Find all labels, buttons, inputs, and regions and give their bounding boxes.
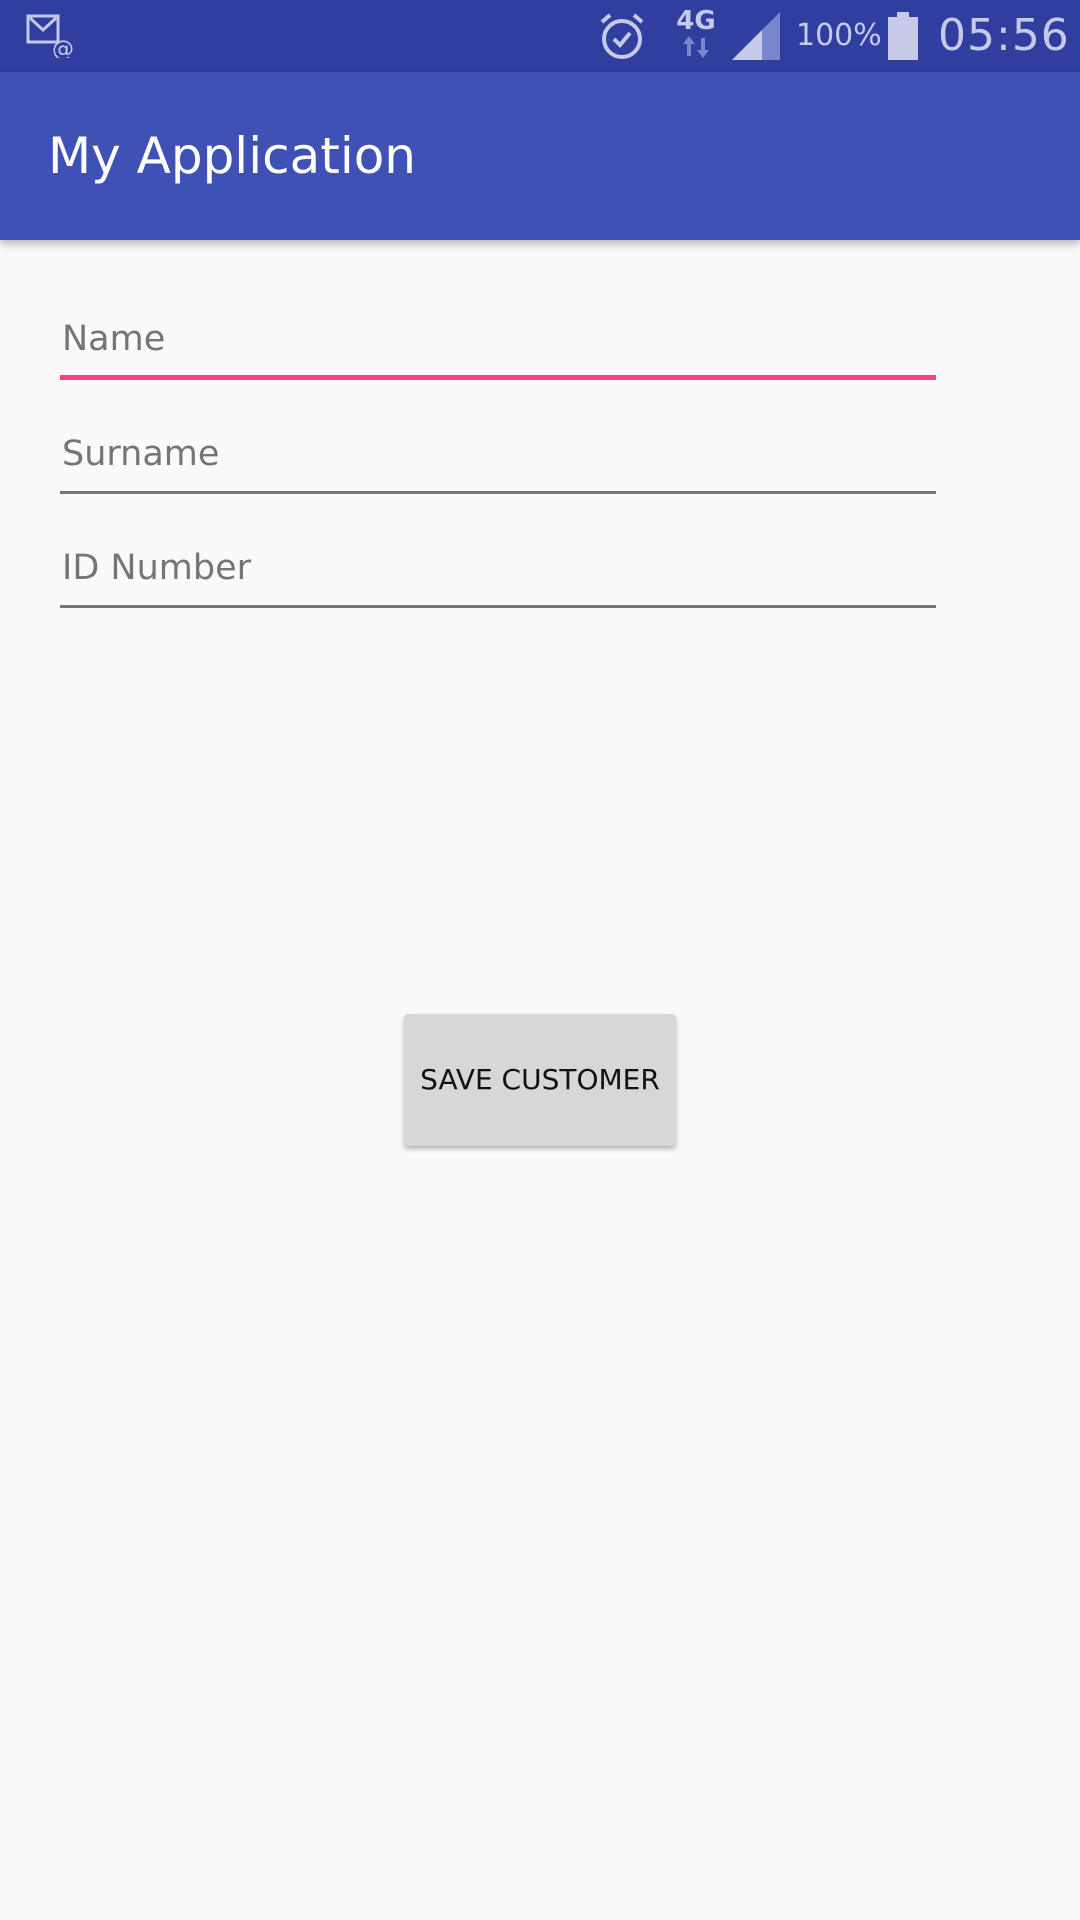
save-customer-button[interactable]: SAVE CUSTOMER (404, 1014, 676, 1146)
signal-icon (732, 12, 780, 60)
alarm-icon (600, 13, 644, 59)
status-time: 05:56 (938, 10, 1070, 61)
app-bar: My Application (0, 72, 1080, 240)
id-number-field[interactable] (60, 538, 936, 608)
data-arrows-icon (683, 36, 709, 58)
name-input[interactable] (60, 310, 936, 380)
surname-field[interactable] (60, 424, 936, 494)
id-number-input[interactable] (60, 538, 936, 608)
status-bar: @ 4G 100% 05:56 (0, 0, 1080, 72)
battery-icon (888, 12, 918, 60)
surname-input[interactable] (60, 424, 936, 494)
network-indicator: 4G (674, 6, 718, 66)
app-title: My Application (48, 127, 416, 185)
battery-percent: 100% (796, 18, 882, 53)
email-notification-icon: @ (26, 14, 74, 58)
network-type: 4G (676, 6, 716, 36)
svg-text:@: @ (52, 37, 74, 58)
name-field[interactable] (60, 310, 936, 380)
